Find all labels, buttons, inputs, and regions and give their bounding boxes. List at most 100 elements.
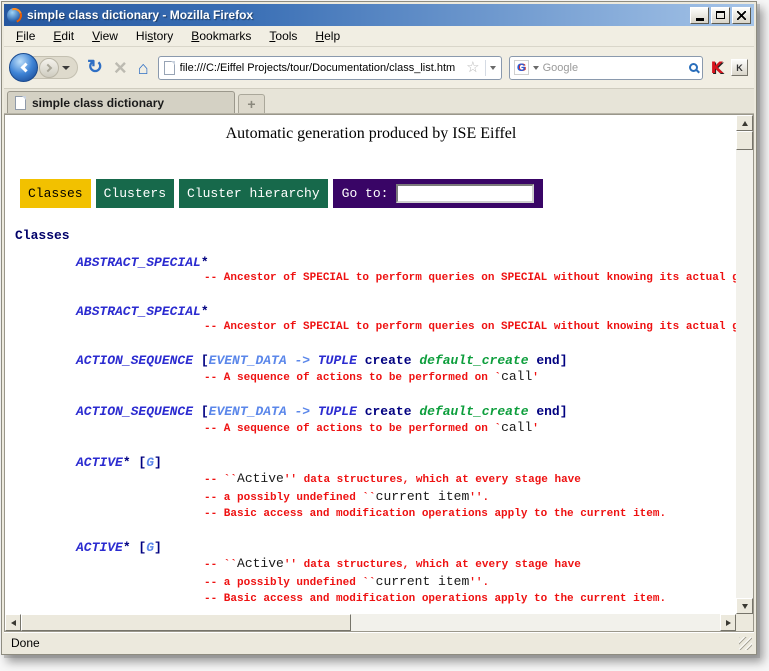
close-button[interactable] xyxy=(732,7,751,24)
home-button[interactable]: ⌂ xyxy=(136,59,151,77)
back-button[interactable] xyxy=(9,53,38,82)
vertical-scroll-thumb[interactable] xyxy=(736,131,753,150)
class-title-line: ABSTRACT_SPECIAL* xyxy=(76,255,736,270)
scroll-up-button[interactable] xyxy=(736,115,753,131)
class-entry: ACTIVE* [G]-- ``Active'' data structures… xyxy=(76,455,736,522)
scroll-left-button[interactable] xyxy=(5,614,21,631)
address-bar[interactable]: file:///C:/Eiffel Projects/tour/Document… xyxy=(158,56,502,80)
menu-history[interactable]: History xyxy=(128,27,181,45)
class-link[interactable]: ACTIVE xyxy=(76,540,123,555)
page-button-classes[interactable]: Classes xyxy=(20,179,91,208)
code-segment: * [ xyxy=(123,455,146,470)
url-text[interactable]: file:///C:/Eiffel Projects/tour/Document… xyxy=(180,62,461,74)
reload-button[interactable]: ↻ xyxy=(85,58,105,77)
menu-view[interactable]: View xyxy=(84,27,126,45)
comment-segment: data structures, which at every stage ha… xyxy=(304,559,581,571)
class-title-line: ACTIVE* [G] xyxy=(76,540,736,555)
class-title-line: ABSTRACT_SPECIAL* xyxy=(76,304,736,319)
class-title-line: ACTION_SEQUENCE [EVENT_DATA -> TUPLE cre… xyxy=(76,404,736,419)
comment-segment: data structures, which at every stage ha… xyxy=(304,474,581,486)
comment-segment: ''. xyxy=(469,577,489,589)
goto-input[interactable] xyxy=(396,184,534,203)
code-segment: -> xyxy=(287,353,318,368)
window-title: simple class dictionary - Mozilla Firefo… xyxy=(27,8,685,22)
class-comment: -- a possibly undefined ``current item''… xyxy=(204,574,736,591)
goto-label: Go to: xyxy=(342,186,389,201)
comment-segment: -- `` xyxy=(204,474,237,486)
class-link[interactable]: ACTION_SEQUENCE xyxy=(76,404,193,419)
vertical-scroll-track[interactable] xyxy=(736,150,753,598)
menu-file[interactable]: File xyxy=(8,27,43,45)
page-viewport: Automatic generation produced by ISE Eif… xyxy=(5,115,736,614)
code-segment: default_create xyxy=(419,404,528,419)
scroll-right-button[interactable] xyxy=(720,614,736,631)
class-entry: ACTIVE* [G]-- ``Active'' data structures… xyxy=(76,540,736,607)
code-segment: EVENT_DATA xyxy=(209,404,287,419)
arrow-up-icon xyxy=(742,121,748,126)
scroll-down-button[interactable] xyxy=(736,598,753,614)
menu-tools[interactable]: Tools xyxy=(261,27,305,45)
class-link[interactable]: ABSTRACT_SPECIAL xyxy=(76,255,201,270)
minimize-button[interactable] xyxy=(690,7,709,24)
code-segment: [ xyxy=(193,404,209,419)
google-icon[interactable]: G xyxy=(514,60,529,75)
search-icon[interactable] xyxy=(689,63,698,72)
comment-segment: -- a possibly undefined `` xyxy=(204,492,376,504)
class-title-line: ACTION_SEQUENCE [EVENT_DATA -> TUPLE cre… xyxy=(76,353,736,368)
chevron-down-icon xyxy=(490,66,496,70)
code-segment: [ xyxy=(193,353,209,368)
arrow-down-icon xyxy=(742,604,748,609)
search-input[interactable] xyxy=(543,62,685,74)
class-comment: -- ``Active'' data structures, which at … xyxy=(204,556,736,573)
class-link[interactable]: TUPLE xyxy=(318,404,357,419)
goto-box: Go to: xyxy=(333,179,544,208)
comment-segment: current item xyxy=(376,574,470,589)
page-button-cluster-hierarchy[interactable]: Cluster hierarchy xyxy=(179,179,328,208)
class-link[interactable]: ACTIVE xyxy=(76,455,123,470)
resize-grip[interactable] xyxy=(739,637,752,650)
class-list: ABSTRACT_SPECIAL* -- Ancestor of SPECIAL … xyxy=(13,255,736,614)
status-text: Done xyxy=(11,636,40,650)
comment-segment: -- `` xyxy=(204,559,237,571)
horizontal-scroll-thumb[interactable] xyxy=(21,614,351,631)
class-link[interactable]: ACTION_SEQUENCE xyxy=(76,353,193,368)
maximize-button[interactable] xyxy=(711,7,730,24)
status-bar: Done xyxy=(4,632,754,652)
comment-segment: -- Basic access and modification operati… xyxy=(204,593,666,605)
class-entry: ABSTRACT_SPECIAL* -- Ancestor of SPECIAL … xyxy=(76,304,736,335)
comment-segment: -- Ancestor of SPECIAL to perform querie… xyxy=(204,321,736,333)
page-button-clusters[interactable]: Clusters xyxy=(96,179,174,208)
new-tab-button[interactable]: + xyxy=(238,94,265,113)
comment-segment: Active xyxy=(237,556,284,571)
menu-edit[interactable]: Edit xyxy=(45,27,82,45)
class-comment: -- a possibly undefined ``current item''… xyxy=(204,489,736,506)
menu-bookmarks[interactable]: Bookmarks xyxy=(183,27,259,45)
kaspersky-icon[interactable]: K xyxy=(710,58,724,77)
menu-help[interactable]: Help xyxy=(307,27,348,45)
title-bar: simple class dictionary - Mozilla Firefo… xyxy=(4,4,754,26)
search-engine-dropdown-icon[interactable] xyxy=(533,66,539,70)
code-segment: EVENT_DATA xyxy=(209,353,287,368)
horizontal-scroll-track[interactable] xyxy=(351,614,720,631)
virtual-keyboard-button[interactable]: K xyxy=(731,59,748,76)
minimize-icon xyxy=(696,18,704,21)
class-comment: -- Basic access and modification operati… xyxy=(204,592,736,607)
search-bar[interactable]: G xyxy=(509,56,703,80)
stop-button[interactable]: × xyxy=(112,57,129,79)
history-dropdown-icon[interactable] xyxy=(62,66,70,70)
section-title-classes: Classes xyxy=(15,228,736,243)
bookmark-star-icon[interactable]: ☆ xyxy=(466,60,479,75)
code-segment: * [ xyxy=(123,540,146,555)
comment-segment: Active xyxy=(237,471,284,486)
horizontal-scrollbar[interactable] xyxy=(5,614,736,631)
tab-simple-class-dictionary[interactable]: simple class dictionary xyxy=(7,91,235,113)
class-link[interactable]: TUPLE xyxy=(318,353,357,368)
vertical-scrollbar[interactable] xyxy=(736,115,753,614)
code-segment: end] xyxy=(529,353,568,368)
url-dropdown-button[interactable] xyxy=(485,60,496,76)
comment-segment: -- A sequence of actions to be performed… xyxy=(204,372,501,384)
class-comment: -- Ancestor of SPECIAL to perform querie… xyxy=(204,320,736,335)
class-link[interactable]: ABSTRACT_SPECIAL xyxy=(76,304,201,319)
forward-button[interactable] xyxy=(39,58,59,78)
class-entry: ACTION_SEQUENCE [EVENT_DATA -> TUPLE cre… xyxy=(76,404,736,437)
